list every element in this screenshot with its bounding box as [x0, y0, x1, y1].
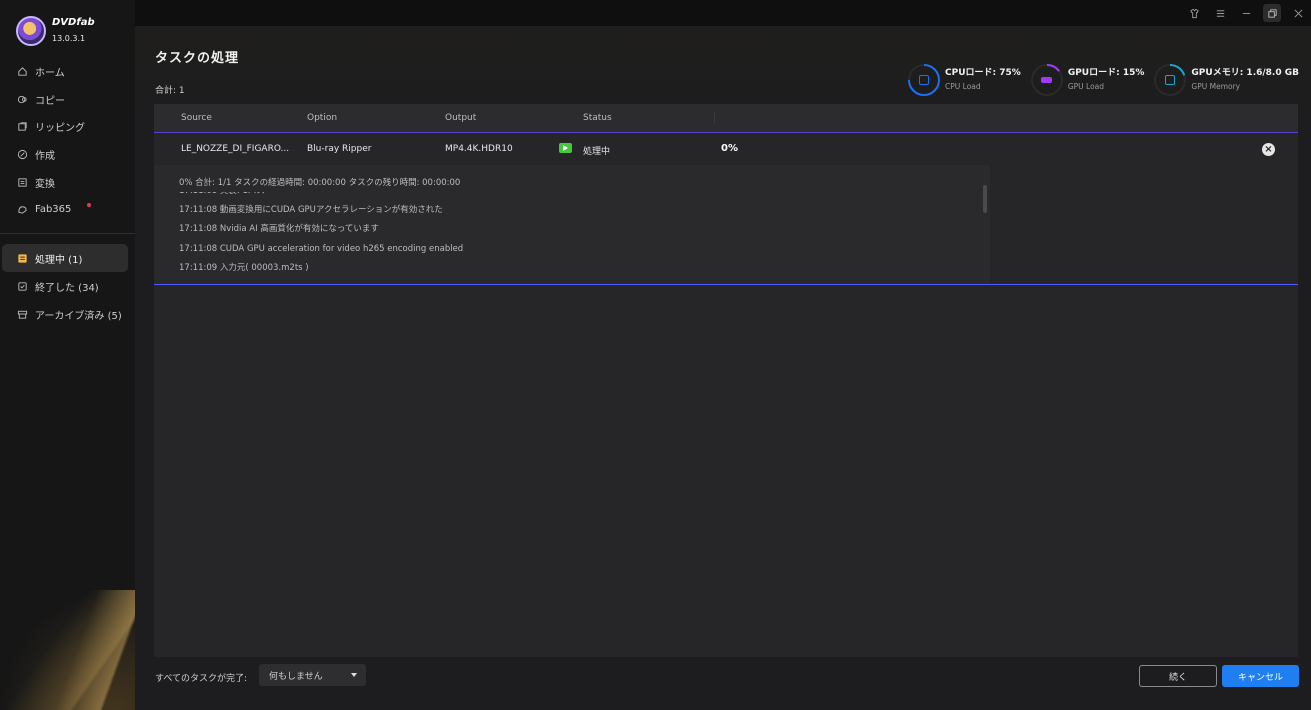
task-total: 合計: 1 [155, 86, 185, 96]
sidebar-item-label: アーカイブ済み (5) [35, 310, 122, 322]
cpu-load-sub: CPU Load [945, 82, 981, 91]
finished-icon [16, 280, 28, 292]
gpu-load-sub: GPU Load [1067, 82, 1105, 91]
notification-dot [87, 202, 91, 207]
close-icon[interactable] [1289, 4, 1307, 22]
minimize-icon[interactable] [1237, 4, 1255, 22]
sidebar-item-copy[interactable]: コピー [0, 86, 135, 114]
continue-button[interactable]: 続く [1139, 665, 1217, 687]
sidebar-item-finished[interactable]: 終了した (34) [0, 272, 135, 300]
gpu-memory-meter: GPUメモリ: 1.6/8.0 GB GPU Memory [1154, 64, 1299, 96]
log-line: 17:11:09 入力元( 00003.m2ts ) [179, 262, 309, 273]
log-line: 17:11:08 動画変換用にCUDA GPUアクセラレーションが有効された [179, 205, 443, 216]
title-bar [135, 0, 1311, 26]
cpu-load-label: CPUロード: 75% [945, 68, 1021, 78]
sidebar-item-label: 処理中 (1) [35, 254, 83, 266]
column-status: Status [583, 113, 612, 123]
convert-icon [16, 176, 28, 188]
sidebar-item-convert[interactable]: 変換 [0, 168, 135, 196]
menu-icon[interactable] [1211, 4, 1229, 22]
log-line: 17:11:08 CUDA GPU acceleration for video… [179, 243, 464, 254]
sidebar: DVDfab 13.0.3.1 ホーム コピー リッピング 作成 変換 Fab3… [0, 0, 135, 710]
task-output: MP4.4K.HDR10 [445, 144, 513, 154]
sidebar-item-ripper[interactable]: リッピング [0, 113, 135, 141]
sidebar-item-home[interactable]: ホーム [0, 58, 135, 86]
sidebar-item-archived[interactable]: アーカイブ済み (5) [0, 300, 135, 328]
log-scrollbar[interactable] [983, 185, 987, 213]
cpu-meter: CPUロード: 75% CPU Load [908, 64, 1021, 96]
column-divider [714, 112, 715, 124]
processing-icon [16, 252, 28, 264]
main-nav: ホーム コピー リッピング 作成 変換 Fab365 [0, 58, 135, 224]
sidebar-item-label: 作成 [35, 151, 55, 163]
sidebar-decoration [0, 590, 135, 710]
resource-meters: CPUロード: 75% CPU Load GPUロード: 15% GPU Loa… [908, 64, 1299, 96]
task-progress-percent: 0% [721, 143, 738, 154]
restore-icon[interactable] [1263, 4, 1281, 22]
cpu-load-gauge [908, 64, 941, 96]
gpu-load-gauge [1030, 64, 1063, 96]
gpu-meter: GPUロード: 15% GPU Load [1030, 64, 1145, 96]
table-row[interactable]: LE_NOZZE_DI_FIGARO... Blu-ray Ripper MP4… [154, 132, 1298, 165]
task-nav: 処理中 (1) 終了した (34) アーカイブ済み (5) [0, 244, 135, 328]
fab365-icon [16, 204, 28, 216]
app-version: 13.0.3.1 [52, 34, 86, 43]
app-name: DVDfab [52, 17, 95, 28]
sidebar-item-label: リッピング [35, 123, 85, 135]
log-summary: 0% 合計: 1/1 タスクの経過時間: 00:00:00 タスクの残り時間: … [179, 178, 461, 188]
task-source: LE_NOZZE_DI_FIGARO... [181, 144, 290, 154]
task-log: 0% 合計: 1/1 タスクの経過時間: 00:00:00 タスクの残り時間: … [154, 165, 990, 284]
table-header: Source Option Output Status [154, 104, 1298, 132]
remove-task-button[interactable]: × [1262, 143, 1275, 156]
log-line: 17:11:08 Nvidia AI 高画質化が有効になっています [179, 224, 379, 235]
gpu-memory-sub: GPU Memory [1191, 82, 1241, 91]
on-complete-label: すべてのタスクが完了: [155, 674, 248, 684]
sidebar-item-processing[interactable]: 処理中 (1) [2, 244, 128, 272]
archive-icon [16, 308, 28, 320]
sidebar-item-creator[interactable]: 作成 [0, 141, 135, 169]
log-line: 17:11:08 実装: 1パス [179, 192, 979, 201]
column-source: Source [181, 113, 212, 123]
log-lines: 17:11:08 実装: 1パス 17:11:08 動画変換用にCUDA GPU… [179, 192, 979, 282]
play-status-icon [559, 143, 572, 153]
dvdfab-logo-icon [16, 16, 46, 46]
on-complete-value: 何もしません [269, 671, 323, 682]
task-status: 処理中 [583, 147, 611, 157]
home-icon [16, 66, 28, 78]
row-bottom-border [154, 284, 1298, 285]
gpu-memory-label: GPUメモリ: 1.6/8.0 GB [1191, 68, 1299, 78]
sidebar-item-label: ホーム [35, 68, 65, 80]
sidebar-item-fab365[interactable]: Fab365 [0, 196, 135, 224]
task-option: Blu-ray Ripper [307, 144, 372, 154]
gpu-memory-gauge [1154, 64, 1187, 96]
chevron-down-icon [351, 673, 357, 677]
ripper-icon [16, 121, 28, 133]
page-title: タスクの処理 [155, 51, 240, 66]
shirt-icon[interactable] [1185, 4, 1203, 22]
copy-icon [16, 93, 28, 105]
task-panel: Source Option Output Status LE_NOZZE_DI_… [154, 104, 1298, 657]
main-content: タスクの処理 合計: 1 CPUロード: 75% CPU Load GPUロード… [135, 26, 1311, 710]
cancel-button[interactable]: キャンセル [1222, 665, 1299, 687]
app-logo[interactable]: DVDfab 13.0.3.1 [16, 16, 95, 46]
column-output: Output [445, 113, 477, 123]
sidebar-divider [0, 233, 135, 234]
creator-icon [16, 149, 28, 161]
on-complete-select[interactable]: 何もしません [259, 664, 366, 686]
sidebar-item-label: 終了した (34) [35, 282, 99, 294]
column-option: Option [307, 113, 338, 123]
sidebar-item-label: 変換 [35, 178, 55, 190]
sidebar-item-label: コピー [35, 95, 65, 107]
gpu-load-label: GPUロード: 15% [1067, 68, 1145, 78]
sidebar-item-label: Fab365 [35, 204, 72, 216]
